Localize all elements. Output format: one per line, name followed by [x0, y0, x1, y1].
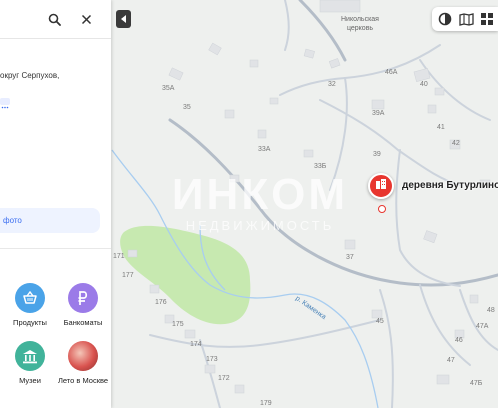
house-number: 172 [218, 375, 230, 382]
house-number: 35 [183, 104, 191, 111]
category-label: Банкоматы [63, 318, 103, 327]
house-number: 46 [455, 337, 463, 344]
house-number: 39А [372, 110, 385, 117]
category-label: Продукты [13, 318, 47, 327]
house-number: 174 [190, 341, 202, 348]
house-number: 37 [346, 254, 354, 261]
collapse-panel-button[interactable] [116, 10, 131, 28]
house-number: 176 [155, 299, 167, 306]
house-number: 47А [476, 323, 489, 330]
grid-icon [481, 13, 493, 25]
category-label: Музеи [19, 376, 41, 385]
summer-photo-icon [68, 341, 98, 371]
category-summer-moscow[interactable]: Лето в Москве [57, 341, 109, 385]
search-input[interactable] [0, 8, 44, 30]
house-number: 45 [376, 318, 384, 325]
house-number: 40 [420, 81, 428, 88]
house-number: 47 [447, 357, 455, 364]
watermark-main: ИНКОМ [171, 170, 349, 219]
category-museums[interactable]: Музеи [4, 341, 56, 385]
house-number: 48 [487, 307, 495, 314]
watermark-sub: НЕДВИЖИМОСТЬ [185, 218, 335, 233]
layers-icon [438, 12, 452, 26]
map-controls [432, 7, 498, 31]
side-panel: округ Серпухов, фото Продукты Банкоматы … [0, 0, 111, 408]
house-number: 175 [172, 321, 184, 328]
house-number: 32 [328, 81, 336, 88]
category-atms[interactable]: Банкоматы [57, 283, 109, 327]
house-number: 42 [452, 140, 460, 147]
menu-button[interactable] [477, 9, 497, 29]
poi-label[interactable]: деревня Бутурлино, 3 [402, 180, 498, 191]
more-tags-icon[interactable] [0, 98, 10, 109]
add-photo-button[interactable]: фото [0, 208, 100, 233]
poi-marker[interactable] [368, 173, 394, 199]
house-number: 47Б [470, 380, 483, 387]
house-number: 33Б [314, 163, 327, 170]
layers-button[interactable] [435, 9, 455, 29]
search-bar [0, 0, 111, 39]
category-groceries[interactable]: Продукты [4, 283, 56, 327]
ruble-icon [68, 283, 98, 313]
basket-icon [15, 283, 45, 313]
category-label: Лето в Москве [57, 376, 109, 385]
divider [0, 248, 111, 249]
house-number: 173 [206, 356, 218, 363]
map-book-icon [458, 12, 474, 26]
museum-icon [15, 341, 45, 371]
house-number: 39 [373, 151, 381, 158]
house-number: 171 [113, 253, 125, 260]
search-icon[interactable] [44, 9, 64, 29]
address-text: округ Серпухов, [0, 71, 60, 80]
house-number: 179 [260, 400, 272, 407]
house-number: 33А [258, 146, 271, 153]
house-number: 41 [437, 124, 445, 131]
chevron-left-icon [120, 10, 127, 28]
poi-point [378, 205, 386, 213]
close-icon[interactable] [76, 9, 96, 29]
watermark: ИНКОМ НЕДВИЖИМОСТЬ [145, 172, 375, 242]
house-number: 35А [162, 85, 175, 92]
building-icon [375, 177, 387, 195]
map-book-button[interactable] [456, 9, 476, 29]
house-number: 46А [385, 69, 398, 76]
church-label[interactable]: Никольская церковь [330, 15, 390, 33]
house-number: 177 [122, 272, 134, 279]
